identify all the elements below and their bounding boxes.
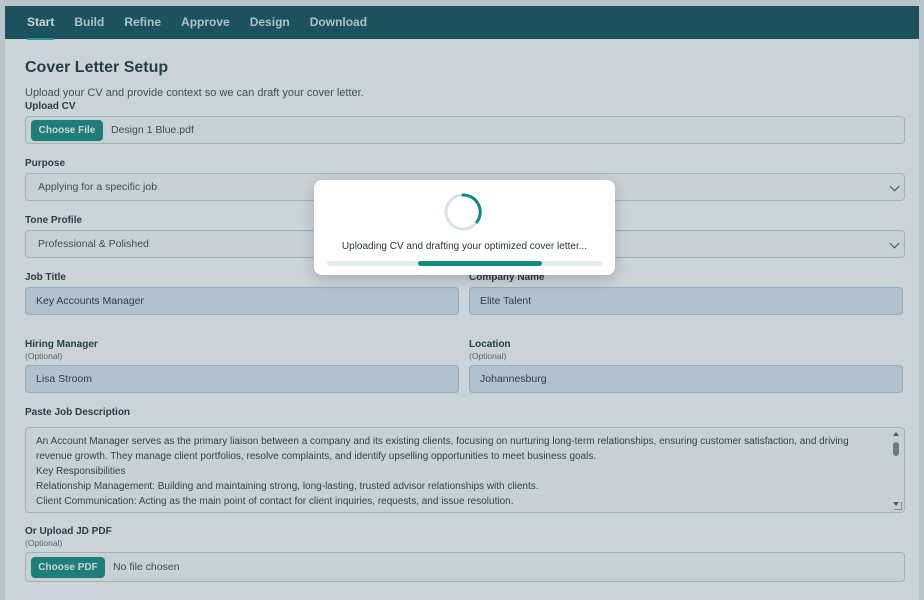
- progress-fill: [417, 261, 542, 266]
- loading-spinner-icon: [444, 193, 482, 231]
- modal-backdrop: [0, 0, 924, 600]
- loading-dialog: Uploading CV and drafting your optimized…: [314, 180, 615, 275]
- progress-track: [327, 261, 602, 266]
- loading-message: Uploading CV and drafting your optimized…: [341, 241, 588, 252]
